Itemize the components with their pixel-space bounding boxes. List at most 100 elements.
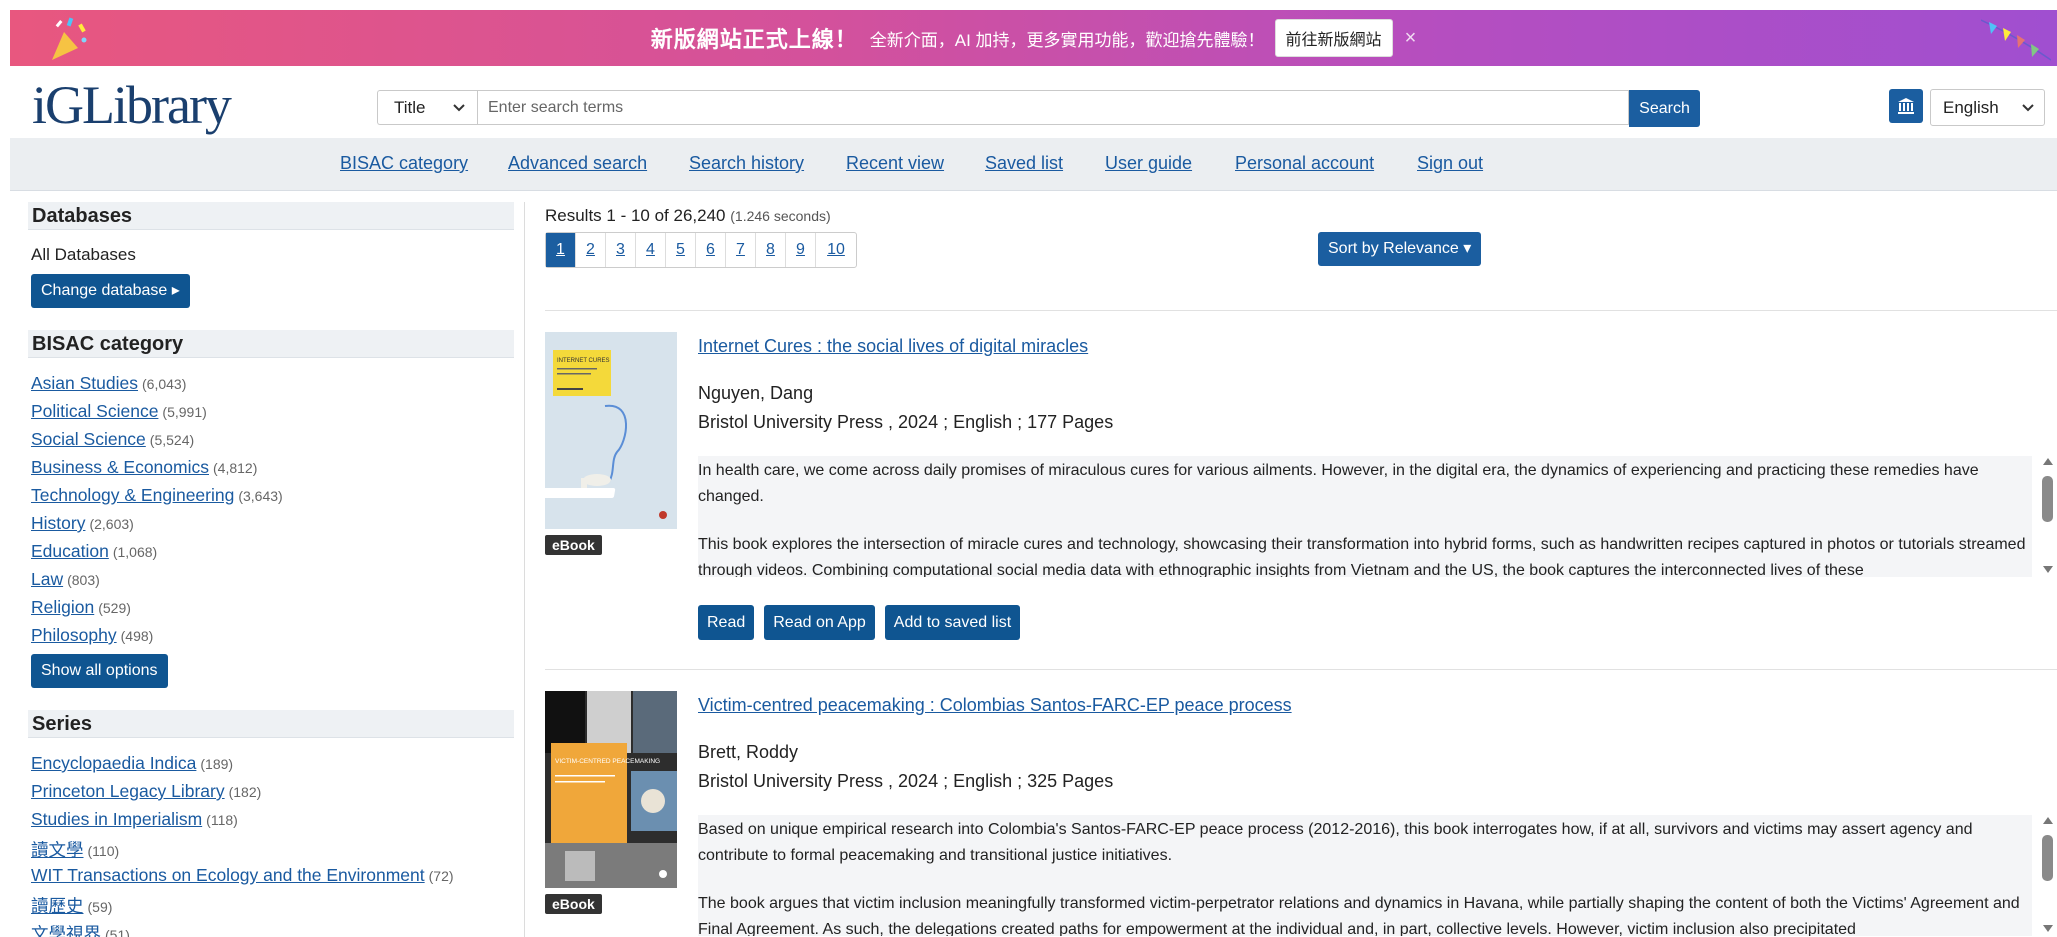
caret-right-icon: ▸ (171, 282, 180, 299)
description-scrollbar[interactable] (2040, 815, 2056, 934)
description-paragraph: This book explores the intersection of m… (698, 536, 2026, 577)
bisac-item-link[interactable]: Business & Economics (31, 457, 209, 477)
series-item-count: (72) (428, 868, 454, 884)
bisac-item: Asian Studies (6,043) (31, 373, 186, 394)
results-summary: Results 1 - 10 of 26,240 (1.246 seconds) (545, 206, 831, 226)
bisac-item-count: (803) (67, 572, 100, 588)
book-cover[interactable]: INTERNET CURES (545, 332, 677, 529)
scroll-down-icon[interactable] (2043, 925, 2053, 932)
page-link[interactable]: 1 (546, 233, 576, 267)
scroll-up-icon[interactable] (2043, 458, 2053, 465)
nav-sign-out[interactable]: Sign out (1417, 153, 1483, 174)
series-item-count: (189) (200, 756, 234, 772)
bisac-item-count: (498) (120, 628, 154, 644)
scroll-thumb[interactable] (2042, 835, 2053, 881)
bisac-item: Social Science (5,524) (31, 429, 194, 450)
series-item-link[interactable]: 讀文學 (31, 840, 84, 860)
book-publication: Bristol University Press , 2024 ; Englis… (698, 412, 1114, 432)
bisac-item-link[interactable]: Technology & Engineering (31, 485, 234, 505)
cover-title-text: VICTIM-CENTRED PEACEMAKING (555, 758, 660, 765)
scroll-thumb[interactable] (2042, 476, 2053, 522)
bank-icon (1898, 98, 1914, 114)
institution-icon[interactable] (1889, 89, 1923, 123)
nav-user-guide[interactable]: User guide (1105, 153, 1192, 174)
bisac-item-link[interactable]: Political Science (31, 401, 158, 421)
page-link[interactable]: 2 (576, 233, 606, 267)
chevron-down-icon (453, 103, 465, 111)
close-banner-icon[interactable]: × (1405, 27, 1417, 50)
page-link[interactable]: 10 (816, 233, 856, 267)
change-database-button[interactable]: Change database ▸ (31, 274, 190, 308)
read-button[interactable]: Read (698, 605, 755, 640)
page-link[interactable]: 9 (786, 233, 816, 267)
add-to-saved-list-button[interactable]: Add to saved list (884, 605, 1021, 640)
new-site-button[interactable]: 前往新版網站 (1274, 19, 1393, 57)
bisac-item-link[interactable]: Philosophy (31, 625, 117, 645)
current-database: All Databases (31, 245, 136, 264)
bisac-item-link[interactable]: Education (31, 541, 109, 561)
bisac-item-link[interactable]: History (31, 513, 85, 533)
sidebar: Databases All Databases Change database … (10, 190, 530, 937)
page-link[interactable]: 8 (756, 233, 786, 267)
book-publication: Bristol University Press , 2024 ; Englis… (698, 771, 1114, 791)
bisac-item-count: (5,991) (162, 404, 207, 420)
series-item-count: (182) (228, 784, 262, 800)
series-item-link[interactable]: Studies in Imperialism (31, 809, 202, 829)
bisac-heading: BISAC category (28, 330, 514, 358)
book-author: Brett, Roddy (698, 742, 799, 762)
series-item-link[interactable]: WIT Transactions on Ecology and the Envi… (31, 865, 425, 885)
scroll-down-icon[interactable] (2043, 566, 2053, 573)
description-paragraph: The book argues that victim inclusion me… (698, 895, 2020, 936)
search-field-select[interactable]: Title (377, 90, 477, 125)
result-item: INTERNET CURES eBook Internet Cures : th… (545, 332, 2057, 662)
search-button[interactable]: Search (1629, 90, 1700, 127)
description-scrollbar[interactable] (2040, 456, 2056, 575)
nav-bisac-category[interactable]: BISAC category (340, 153, 468, 174)
page-link[interactable]: 3 (606, 233, 636, 267)
page-link[interactable]: 4 (636, 233, 666, 267)
results-time: (1.246 seconds) (730, 208, 831, 224)
nav-recent-view[interactable]: Recent view (846, 153, 944, 174)
bisac-item: Technology & Engineering (3,643) (31, 485, 283, 506)
bisac-item-link[interactable]: Law (31, 569, 63, 589)
show-all-options-button[interactable]: Show all options (31, 654, 168, 688)
change-database-label: Change database (41, 282, 168, 299)
bisac-item-count: (2,603) (89, 516, 134, 532)
ebook-badge: eBook (545, 535, 602, 555)
bisac-item: Education (1,068) (31, 541, 157, 562)
page-link[interactable]: 6 (696, 233, 726, 267)
site-logo[interactable]: iGLibrary (32, 74, 232, 136)
bunting-icon (1981, 19, 2051, 61)
page-link[interactable]: 7 (726, 233, 756, 267)
pagination: 1 2 3 4 5 6 7 8 9 10 (545, 232, 857, 268)
bisac-item-link[interactable]: Religion (31, 597, 94, 617)
nav-personal-account[interactable]: Personal account (1235, 153, 1374, 174)
series-item-link[interactable]: 文學視界 (31, 924, 101, 937)
site-header: iGLibrary Title Enter search terms Searc… (10, 66, 2057, 148)
series-item: WIT Transactions on Ecology and the Envi… (31, 865, 454, 886)
language-value: English (1943, 97, 1999, 117)
bisac-item-count: (1,068) (112, 544, 158, 560)
search-input[interactable]: Enter search terms (477, 90, 1629, 125)
scroll-up-icon[interactable] (2043, 817, 2053, 824)
language-select[interactable]: English (1930, 89, 2045, 126)
read-on-app-button[interactable]: Read on App (764, 605, 875, 640)
book-title-link[interactable]: Victim-centred peacemaking : Colombias S… (698, 695, 1292, 716)
sort-dropdown[interactable]: Sort by Relevance ▾ (1318, 232, 1482, 266)
series-item: 文學視界 (51) (31, 921, 130, 937)
search-bar: Title Enter search terms Search (377, 90, 1700, 127)
nav-advanced-search[interactable]: Advanced search (508, 153, 647, 174)
bisac-item-link[interactable]: Asian Studies (31, 373, 138, 393)
nav-search-history[interactable]: Search history (689, 153, 804, 174)
bisac-item: Religion (529) (31, 597, 131, 618)
series-item-link[interactable]: Princeton Legacy Library (31, 781, 225, 801)
book-cover[interactable]: VICTIM-CENTRED PEACEMAKING (545, 691, 677, 888)
nav-saved-list[interactable]: Saved list (985, 153, 1063, 174)
book-title-link[interactable]: Internet Cures : the social lives of dig… (698, 336, 1088, 357)
main-nav: BISAC category Advanced search Search hi… (10, 138, 2057, 191)
page-link[interactable]: 5 (666, 233, 696, 267)
series-item-link[interactable]: 讀歷史 (31, 896, 84, 916)
bisac-item-link[interactable]: Social Science (31, 429, 146, 449)
column-divider (524, 202, 525, 937)
series-item-link[interactable]: Encyclopaedia Indica (31, 753, 196, 773)
